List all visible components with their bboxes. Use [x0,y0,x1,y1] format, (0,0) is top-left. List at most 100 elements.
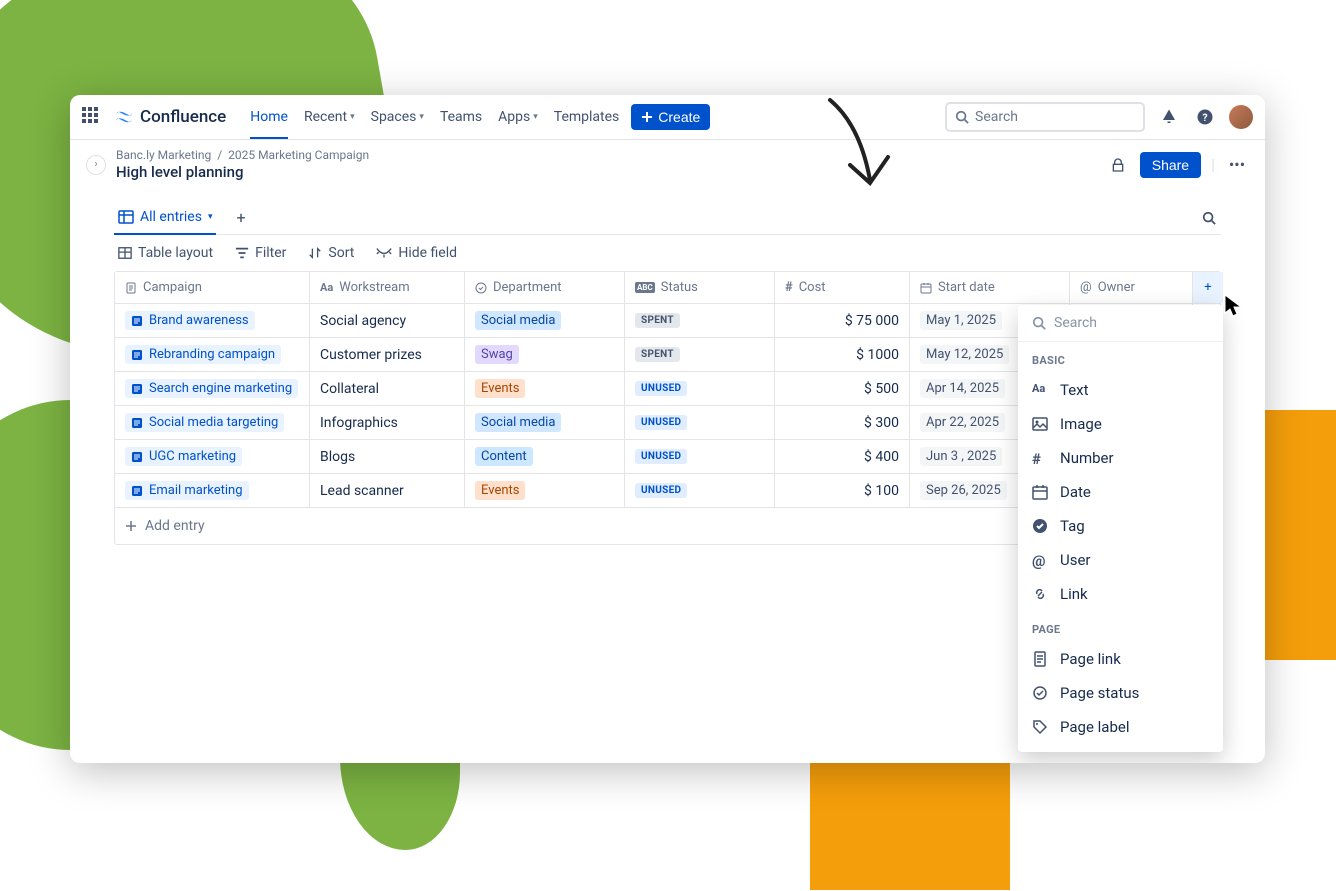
cell-workstream: Social agency [310,304,465,337]
cell-workstream: Customer prizes [310,338,465,371]
section-basic: BASIC [1018,342,1223,373]
cell-department: Content [465,440,625,473]
decorative-shape [810,760,1010,890]
table-layout-button[interactable]: Table layout [118,245,213,261]
field-number[interactable]: #Number [1018,441,1223,475]
page-link[interactable]: Brand awareness [125,311,255,330]
chevron-down-icon: ▾ [208,212,213,222]
page-link[interactable]: Social media targeting [125,413,284,432]
col-owner[interactable]: @Owner [1070,272,1193,303]
logo[interactable]: Confluence [114,107,226,127]
field-page-status[interactable]: Page status [1018,676,1223,710]
col-department[interactable]: Department [465,272,625,303]
nav-templates[interactable]: Templates [554,97,620,138]
cell-cost: $ 100 [775,474,910,507]
col-status[interactable]: ABCStatus [625,272,775,303]
cell-status: UNUSED [625,474,775,507]
col-start-date[interactable]: Start date [910,272,1070,303]
page-header: › Banc.ly Marketing / 2025 Marketing Cam… [70,140,1265,189]
app-window: Confluence Home Recent▾ Spaces▾ Teams Ap… [70,95,1265,763]
notifications-icon[interactable] [1157,105,1181,129]
sort-button[interactable]: Sort [308,245,354,261]
col-campaign[interactable]: Campaign [115,272,310,303]
page-link[interactable]: Search engine marketing [125,379,298,398]
nav-recent[interactable]: Recent▾ [304,97,355,138]
logo-text: Confluence [140,107,226,127]
nav-apps[interactable]: Apps▾ [498,97,538,138]
plus-icon [641,111,653,123]
top-nav: Confluence Home Recent▾ Spaces▾ Teams Ap… [70,95,1265,140]
cell-status: UNUSED [625,372,775,405]
add-view-button[interactable]: + [232,204,249,231]
cell-cost: $ 500 [775,372,910,405]
page-icon [1032,651,1048,667]
nav-spaces[interactable]: Spaces▾ [371,97,424,138]
database-icon [118,209,134,225]
hide-icon [376,247,392,259]
field-search-input[interactable]: Search [1018,305,1223,342]
col-cost[interactable]: #Cost [775,272,910,303]
add-field-dropdown: Search BASIC AaText Image #Number Date T… [1018,305,1223,752]
status-icon [1032,685,1048,701]
search-input[interactable]: Search [945,102,1145,132]
link-icon [1032,586,1048,602]
app-switcher-icon[interactable] [82,107,102,127]
nav-links: Home Recent▾ Spaces▾ Teams Apps▾ Templat… [250,97,619,138]
cell-department: Social media [465,406,625,439]
calendar-icon [1032,484,1048,500]
cell-status: SPENT [625,338,775,371]
cell-workstream: Lead scanner [310,474,465,507]
cell-cost: $ 1000 [775,338,910,371]
field-user[interactable]: @User [1018,543,1223,577]
field-image[interactable]: Image [1018,407,1223,441]
search-icon [955,110,969,124]
sort-icon [308,246,322,260]
breadcrumb-space[interactable]: Banc.ly Marketing [116,148,211,162]
restrictions-icon[interactable] [1106,153,1130,177]
add-column-button[interactable]: + [1193,272,1223,303]
cell-cost: $ 400 [775,440,910,473]
page-link[interactable]: UGC marketing [125,447,242,466]
field-page-label[interactable]: Page label [1018,710,1223,744]
table-header: Campaign AaWorkstream Department ABCStat… [115,272,1220,304]
share-button[interactable]: Share [1140,152,1201,178]
cell-status: SPENT [625,304,775,337]
filter-button[interactable]: Filter [235,245,286,261]
cell-cost: $ 75 000 [775,304,910,337]
cell-department: Swag [465,338,625,371]
filter-icon [235,246,249,260]
user-avatar[interactable] [1229,105,1253,129]
tab-all-entries[interactable]: All entries ▾ [114,201,216,235]
field-link[interactable]: Link [1018,577,1223,611]
field-text[interactable]: AaText [1018,373,1223,407]
cell-workstream: Infographics [310,406,465,439]
data-table: Campaign AaWorkstream Department ABCStat… [114,271,1221,545]
nav-home[interactable]: Home [250,97,288,139]
field-tag[interactable]: Tag [1018,509,1223,543]
plus-icon [125,520,137,532]
help-icon[interactable]: ? [1193,105,1217,129]
image-icon [1032,416,1048,432]
breadcrumb-parent[interactable]: 2025 Marketing Campaign [228,148,369,162]
col-workstream[interactable]: AaWorkstream [310,272,465,303]
cell-campaign: Rebranding campaign [115,338,310,371]
page-link[interactable]: Rebranding campaign [125,345,281,364]
more-actions-icon[interactable]: ••• [1225,153,1249,177]
page-link[interactable]: Email marketing [125,481,249,500]
expand-sidebar-button[interactable]: › [86,155,106,175]
table-icon [118,246,132,260]
table-toolbar: Table layout Filter Sort Hide field [114,235,1221,271]
field-page-link[interactable]: Page link [1018,642,1223,676]
hide-field-button[interactable]: Hide field [376,245,457,261]
section-page: PAGE [1018,611,1223,642]
view-tabs: All entries ▾ + [114,201,1221,235]
field-date[interactable]: Date [1018,475,1223,509]
cell-department: Events [465,474,625,507]
table-search-icon[interactable] [1197,206,1221,230]
create-button[interactable]: Create [631,104,710,130]
status-icon [475,282,487,294]
svg-text:?: ? [1202,111,1207,124]
nav-teams[interactable]: Teams [440,97,482,138]
page-icon [125,282,137,294]
cell-campaign: Email marketing [115,474,310,507]
